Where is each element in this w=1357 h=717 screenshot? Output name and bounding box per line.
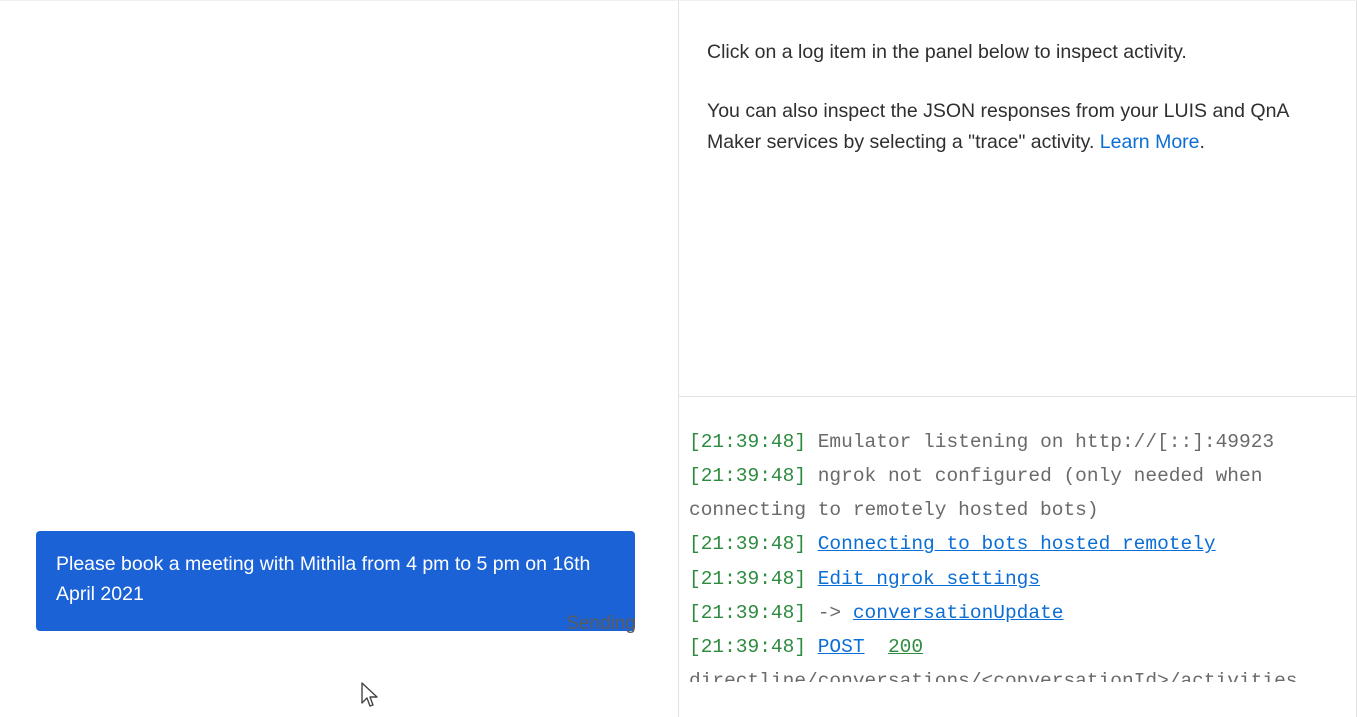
log-method-link[interactable]: POST [818, 636, 865, 658]
inspector-hint-1: Click on a log item in the panel below t… [707, 37, 1328, 68]
log-link[interactable]: conversationUpdate [853, 602, 1064, 624]
log-panel[interactable]: [21:39:48] Emulator listening on http://… [679, 397, 1356, 717]
log-link[interactable]: Connecting to bots hosted remotely [818, 533, 1216, 555]
log-entry[interactable]: [21:39:48] POST 200 [689, 630, 1342, 664]
message-status: Sending [566, 613, 636, 635]
log-entry[interactable]: [21:39:48] ngrok not configured (only ne… [689, 459, 1342, 527]
chat-area: Please book a meeting with Mithila from … [0, 1, 678, 717]
inspector-hint-2-post: . [1200, 131, 1205, 153]
learn-more-link[interactable]: Learn More [1100, 131, 1200, 153]
log-entry[interactable]: [21:39:48] Emulator listening on http://… [689, 425, 1342, 459]
inspector-hint-2: You can also inspect the JSON responses … [707, 96, 1328, 158]
log-link[interactable]: Edit ngrok settings [818, 568, 1040, 590]
log-entry[interactable]: [21:39:48] -> conversationUpdate [689, 596, 1342, 630]
log-scroll-fade [689, 411, 1342, 425]
log-status-link[interactable]: 200 [888, 636, 923, 658]
inspector-panel: Click on a log item in the panel below t… [679, 1, 1356, 397]
log-arrow: -> [818, 602, 841, 624]
log-entry-cutoff: directline/conversations/<conversationId… [689, 664, 1342, 682]
log-text: Emulator listening on http://[::]:49923 [818, 431, 1274, 453]
app-root: Please book a meeting with Mithila from … [0, 0, 1357, 717]
user-message-container: Please book a meeting with Mithila from … [36, 531, 635, 631]
chat-panel: Please book a meeting with Mithila from … [0, 1, 679, 717]
log-entry[interactable]: [21:39:48] Edit ngrok settings [689, 562, 1342, 596]
right-panel: Click on a log item in the panel below t… [679, 1, 1357, 717]
user-message-bubble[interactable]: Please book a meeting with Mithila from … [36, 531, 635, 631]
log-entry[interactable]: [21:39:48] Connecting to bots hosted rem… [689, 527, 1342, 561]
